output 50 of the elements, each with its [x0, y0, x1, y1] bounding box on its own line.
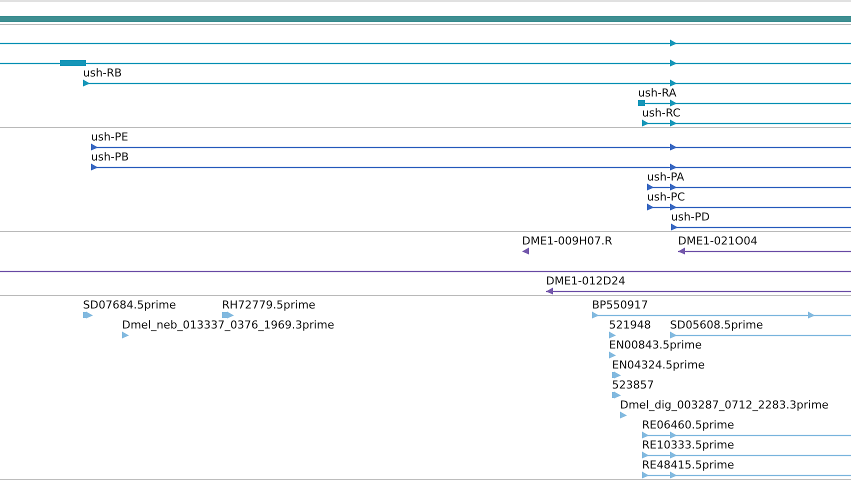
- est-label: 521948: [609, 318, 651, 332]
- protein-label: ush-PB: [91, 150, 129, 164]
- est-label: EN04324.5prime: [612, 358, 705, 372]
- est-label: RE06460.5prime: [642, 418, 734, 432]
- est-feature[interactable]: [612, 372, 621, 378]
- transcript-label: ush-RC: [642, 106, 680, 120]
- est-feature[interactable]: [122, 332, 129, 338]
- clone-label: DME1-021O04: [678, 234, 758, 248]
- est-label: Dmel_dig_003287_0712_2283.3prime: [620, 398, 829, 412]
- transcript-feature[interactable]: [83, 80, 851, 86]
- est-label: RH72779.5prime: [222, 298, 316, 312]
- est-feature[interactable]: [609, 332, 616, 338]
- est-feature[interactable]: [609, 352, 616, 358]
- transcript-label: ush-RB: [83, 66, 122, 80]
- est-feature[interactable]: [612, 392, 621, 398]
- protein-feature[interactable]: [91, 144, 851, 150]
- est-feature[interactable]: [642, 472, 851, 478]
- protein-feature[interactable]: [671, 224, 851, 230]
- protein-label: ush-PA: [647, 170, 684, 184]
- est-label: SD07684.5prime: [83, 298, 176, 312]
- transcript-feature[interactable]: [0, 60, 851, 66]
- clone-feature[interactable]: [522, 248, 529, 254]
- est-feature[interactable]: [592, 312, 851, 318]
- transcript-feature[interactable]: [638, 100, 851, 106]
- protein-feature[interactable]: [647, 184, 851, 190]
- est-label: 523857: [612, 378, 654, 392]
- est-feature[interactable]: [83, 312, 93, 318]
- transcript-feature[interactable]: [0, 40, 851, 46]
- transcript-label: ush-RA: [638, 86, 676, 100]
- protein-feature[interactable]: [91, 164, 851, 170]
- est-feature[interactable]: [670, 332, 851, 338]
- clone-label: DME1-009H07.R: [522, 234, 612, 248]
- protein-label: ush-PC: [647, 190, 685, 204]
- est-feature[interactable]: [642, 452, 851, 458]
- est-feature[interactable]: [642, 432, 851, 438]
- est-feature[interactable]: [620, 412, 627, 418]
- est-feature[interactable]: [222, 312, 234, 318]
- protein-label: ush-PD: [671, 210, 710, 224]
- clone-label: DME1-012D24: [546, 274, 626, 288]
- est-label: SD05608.5prime: [670, 318, 763, 332]
- est-label: RE10333.5prime: [642, 438, 734, 452]
- est-label: BP550917: [592, 298, 648, 312]
- transcript-feature[interactable]: [642, 120, 851, 126]
- clone-feature[interactable]: [678, 248, 851, 254]
- est-label: EN00843.5prime: [609, 338, 702, 352]
- protein-feature[interactable]: [647, 204, 851, 210]
- est-label: RE48415.5prime: [642, 458, 734, 472]
- protein-label: ush-PE: [91, 130, 128, 144]
- est-label: Dmel_neb_013337_0376_1969.3prime: [122, 318, 334, 332]
- clone-feature[interactable]: [546, 288, 851, 294]
